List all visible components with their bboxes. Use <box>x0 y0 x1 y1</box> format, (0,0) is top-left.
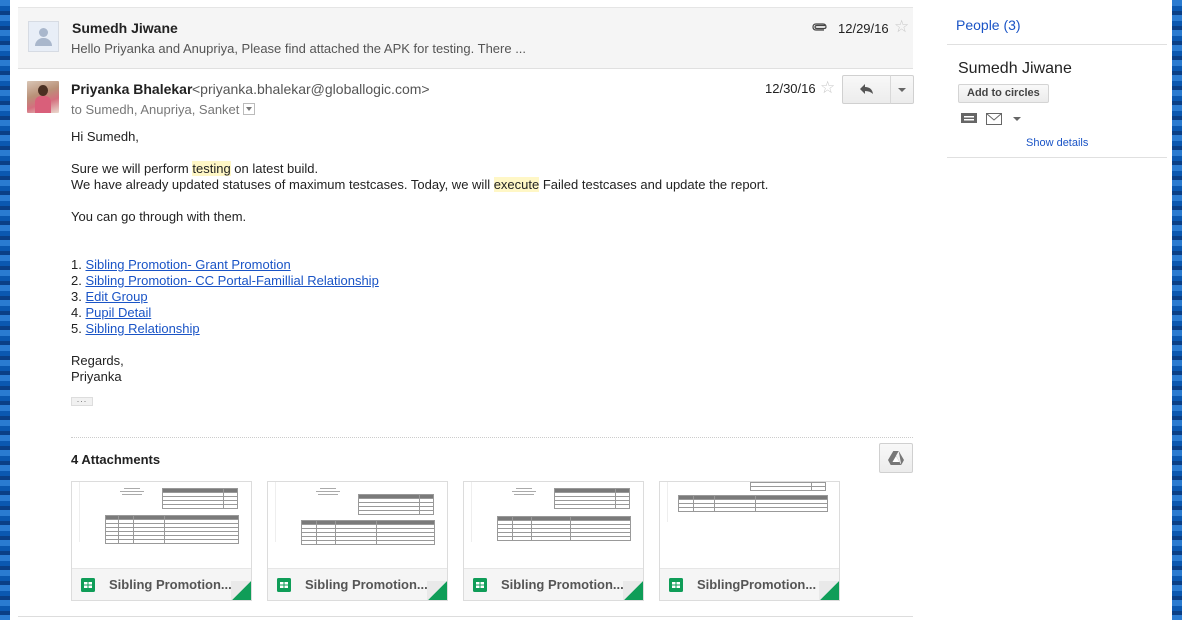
paperclip-icon <box>812 23 827 31</box>
greeting: Hi Sumedh, <box>71 129 139 144</box>
more-actions-button[interactable] <box>890 75 914 104</box>
body-line-1: Sure we will perform testing on latest b… <box>71 161 318 177</box>
sender-email: <priyanka.bhalekar@globallogic.com> <box>192 81 430 97</box>
google-sheets-icon <box>473 578 487 592</box>
recipient-details-caret-icon[interactable] <box>243 103 256 115</box>
sender-avatar <box>27 81 59 113</box>
attachments-title: 4 Attachments <box>71 452 161 467</box>
list-number: 2. <box>71 273 86 288</box>
google-drive-icon <box>888 451 904 465</box>
highlighted-term: testing <box>192 161 231 176</box>
attachment-bar: SiblingPromotion... <box>660 568 839 600</box>
attachment-bar: Sibling Promotion... <box>464 568 643 600</box>
highlighted-term: execute <box>493 177 540 192</box>
body-line-3: You can go through with them. <box>71 209 247 224</box>
attachment-name: Sibling Promotion... <box>109 577 232 592</box>
contact-actions-caret-icon[interactable] <box>1013 117 1021 121</box>
people-widget-link[interactable]: People (3) <box>956 17 1021 33</box>
star-icon[interactable]: ☆ <box>820 79 836 96</box>
link-edit-group[interactable]: Edit Group <box>85 289 147 304</box>
collapsed-message[interactable]: Sumedh Jiwane Hello Priyanka and Anupriy… <box>18 7 913 69</box>
message-date: 12/30/16 <box>765 81 816 96</box>
corner-fold <box>231 581 251 600</box>
link-cc-portal[interactable]: Sibling Promotion- CC Portal-Famillial R… <box>85 273 378 288</box>
attachment-thumbnail <box>72 482 251 568</box>
attachment-card[interactable]: Sibling Promotion... <box>463 481 644 601</box>
attachment-card[interactable]: Sibling Promotion... <box>267 481 448 601</box>
text-span: Sure we will perform <box>71 161 193 176</box>
corner-fold <box>819 581 839 600</box>
save-to-drive-button[interactable] <box>879 443 913 473</box>
list-number: 3. <box>71 289 86 304</box>
chat-icon[interactable] <box>961 113 977 125</box>
mail-icon[interactable] <box>986 113 1002 125</box>
collapsed-sender: Sumedh Jiwane <box>72 20 178 36</box>
google-sheets-icon <box>277 578 291 592</box>
list-item: 1. Sibling Promotion- Grant Promotion <box>71 257 291 273</box>
desktop-background-left <box>0 0 10 620</box>
sidebar-divider <box>947 157 1167 158</box>
list-number: 5. <box>71 321 86 336</box>
signature: Priyanka <box>71 369 122 384</box>
text-span: on latest build. <box>230 161 319 176</box>
corner-fold <box>427 581 447 600</box>
contact-name: Sumedh Jiwane <box>958 60 1072 77</box>
attachment-card[interactable]: Sibling Promotion... <box>71 481 252 601</box>
link-sibling-relationship[interactable]: Sibling Relationship <box>85 321 199 336</box>
attachment-bar: Sibling Promotion... <box>72 568 251 600</box>
attachment-name: Sibling Promotion... <box>501 577 624 592</box>
link-pupil-detail[interactable]: Pupil Detail <box>85 305 151 320</box>
show-trimmed-content-button[interactable]: ... <box>71 395 93 406</box>
list-number: 1. <box>71 257 86 272</box>
list-number: 4. <box>71 305 86 320</box>
collapsed-snippet: Hello Priyanka and Anupriya, Please find… <box>71 41 527 56</box>
gmail-conversation-view: Sumedh Jiwane Hello Priyanka and Anupriy… <box>10 0 1172 620</box>
regards: Regards, <box>71 353 124 368</box>
add-to-circles-button[interactable]: Add to circles <box>958 84 1049 103</box>
attachment-thumbnail <box>660 482 839 568</box>
attachment-name: Sibling Promotion... <box>305 577 428 592</box>
attachment-name: SiblingPromotion... <box>697 577 817 592</box>
google-sheets-icon <box>81 578 95 592</box>
corner-fold <box>623 581 643 600</box>
desktop-background-right <box>1172 0 1182 620</box>
text-span: Failed testcases and update the report. <box>539 177 769 192</box>
list-item: 3. Edit Group <box>71 289 148 305</box>
show-details-link[interactable]: Show details <box>1026 137 1088 149</box>
body-line-2: We have already updated statuses of maxi… <box>71 177 768 193</box>
sender-name[interactable]: Priyanka Bhalekar <box>71 81 192 97</box>
reply-button[interactable] <box>842 75 892 104</box>
list-item: 2. Sibling Promotion- CC Portal-Famillia… <box>71 273 379 289</box>
list-item: 5. Sibling Relationship <box>71 321 200 337</box>
attachment-thumbnail <box>268 482 447 568</box>
recipients-text: to Sumedh, Anupriya, Sanket <box>71 102 240 117</box>
reply-icon <box>860 84 873 94</box>
star-icon[interactable]: ☆ <box>894 18 910 35</box>
default-avatar-icon <box>28 21 59 52</box>
attachment-thumbnail <box>464 482 643 568</box>
recipients-line: to Sumedh, Anupriya, Sanket <box>71 102 256 117</box>
google-sheets-icon <box>669 578 683 592</box>
message-bottom-border <box>18 616 913 617</box>
list-item: 4. Pupil Detail <box>71 305 151 321</box>
attachment-bar: Sibling Promotion... <box>268 568 447 600</box>
link-grant-promotion[interactable]: Sibling Promotion- Grant Promotion <box>85 257 290 272</box>
collapsed-date: 12/29/16 <box>838 21 889 36</box>
text-span: We have already updated statuses of maxi… <box>71 177 494 192</box>
sidebar-divider <box>947 44 1167 45</box>
attachment-card[interactable]: SiblingPromotion... <box>659 481 840 601</box>
attachments-divider <box>71 437 913 438</box>
